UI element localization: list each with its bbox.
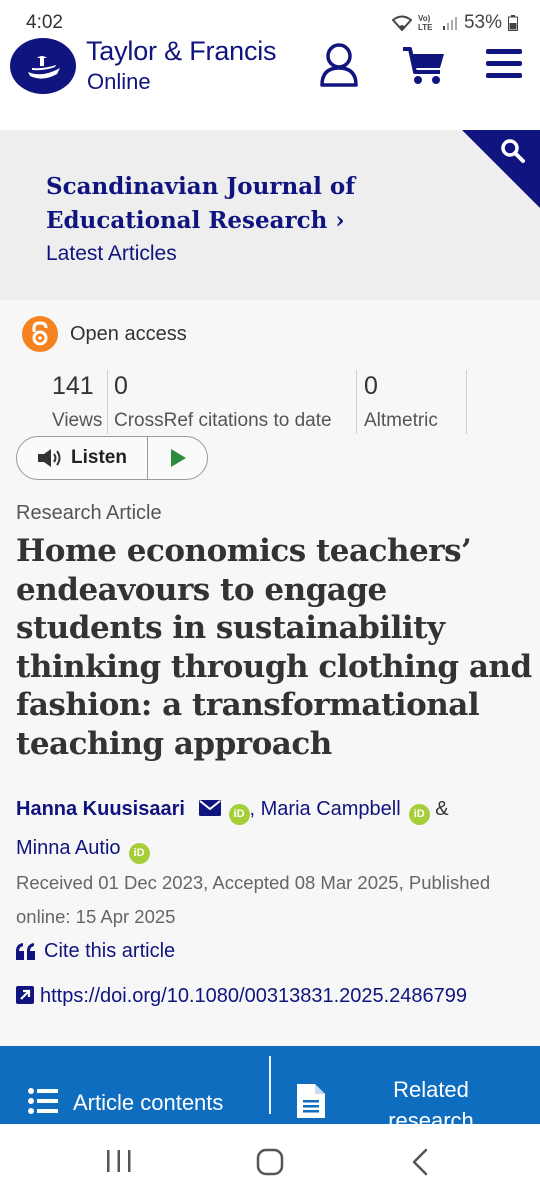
taylor-francis-logo-icon[interactable] [10, 38, 76, 94]
back-icon[interactable] [410, 1148, 430, 1176]
metric-value: 141 [52, 372, 94, 400]
brand-name[interactable]: Taylor & Francis [86, 36, 277, 67]
listen-label: Listen [71, 447, 127, 468]
speaker-icon [38, 449, 61, 467]
open-access-label: Open access [70, 322, 187, 345]
orcid-icon[interactable]: iD [408, 804, 430, 825]
author-separator: & [435, 798, 449, 820]
metric-value: 0 [114, 372, 128, 400]
metric-crossref[interactable]: 0 CrossRef citations to date [112, 370, 356, 434]
battery-level: 53% [463, 12, 502, 33]
related-research-label: Related research [388, 1077, 474, 1124]
article-title: Home economics teachers’ endeavours to e… [16, 533, 532, 762]
quote-icon [16, 943, 35, 960]
cite-article-link[interactable]: Cite this article [16, 940, 175, 963]
android-nav-bar [0, 1124, 540, 1200]
play-button[interactable] [148, 437, 207, 479]
article-header: Open access 141 Views 0 CrossRef citatio… [0, 300, 540, 1046]
site-header: Taylor & Francis Online [0, 36, 540, 132]
metric-label: Views [52, 410, 103, 431]
publication-dates: Received 01 Dec 2023, Accepted 08 Mar 20… [16, 872, 491, 927]
metric-divider [107, 370, 108, 434]
cart-icon[interactable] [402, 46, 446, 86]
recents-icon[interactable] [105, 1148, 133, 1174]
brand-sub[interactable]: Online [87, 69, 151, 95]
account-icon[interactable] [318, 42, 360, 88]
open-access-lock-icon [22, 316, 58, 352]
listen-button[interactable]: Listen [17, 437, 148, 479]
article-contents-label: Article contents [73, 1090, 224, 1115]
metric-divider [466, 370, 467, 434]
author-list: Hanna Kuusisaari iD, Maria Campbell iD & … [16, 790, 526, 868]
metric-value: 0 [364, 372, 378, 400]
document-icon [297, 1084, 325, 1118]
chevron-right-icon: › [335, 207, 345, 234]
article-contents-tab[interactable]: Article contents [0, 1046, 270, 1124]
metric-altmetric[interactable]: 0 Altmetric [362, 370, 466, 434]
signal-icon [442, 17, 457, 30]
cite-label: Cite this article [44, 940, 176, 962]
article-type: Research Article [16, 502, 162, 524]
list-icon [28, 1088, 58, 1114]
metric-divider [356, 370, 357, 434]
author-link[interactable]: Minna Autio [16, 837, 121, 859]
author-separator: , [249, 798, 256, 820]
journal-banner: Scandinavian Journal of Educational Rese… [0, 130, 540, 300]
status-time: 4:02 [26, 12, 63, 33]
latest-articles-link[interactable]: Latest Articles [46, 242, 177, 266]
orcid-icon[interactable]: iD [228, 804, 250, 825]
article-tab-bar: Article contents Related research [0, 1046, 540, 1124]
menu-icon[interactable] [486, 48, 522, 80]
author-link[interactable]: Hanna Kuusisaari [16, 798, 185, 820]
doi-link[interactable]: https://doi.org/10.1080/00313831.2025.24… [16, 978, 526, 1015]
journal-title: Scandinavian Journal of Educational Rese… [46, 173, 356, 234]
orcid-icon[interactable]: iD [128, 843, 150, 864]
metric-views: 141 Views [50, 370, 108, 434]
search-icon[interactable] [500, 138, 526, 164]
play-icon [170, 449, 186, 467]
listen-widget: Listen [16, 436, 208, 480]
journal-title-link[interactable]: Scandinavian Journal of Educational Rese… [46, 170, 506, 238]
status-indicators: Vo) LTE 53% [391, 12, 518, 34]
home-icon[interactable] [256, 1148, 284, 1176]
external-link-icon [16, 986, 34, 1004]
metric-label: Altmetric [364, 410, 438, 431]
doi-text: https://doi.org/10.1080/00313831.2025.24… [40, 985, 468, 1007]
battery-icon [508, 15, 518, 31]
status-bar: 4:02 Vo) LTE 53% [0, 0, 540, 40]
wifi-icon [391, 15, 412, 31]
open-access-indicator: Open access [22, 316, 187, 352]
author-link[interactable]: Maria Campbell [261, 798, 401, 820]
network-label: Vo) LTE [417, 14, 433, 32]
email-icon[interactable] [198, 800, 221, 816]
related-research-tab[interactable]: Related research [271, 1046, 540, 1124]
metric-label: CrossRef citations to date [114, 410, 332, 431]
